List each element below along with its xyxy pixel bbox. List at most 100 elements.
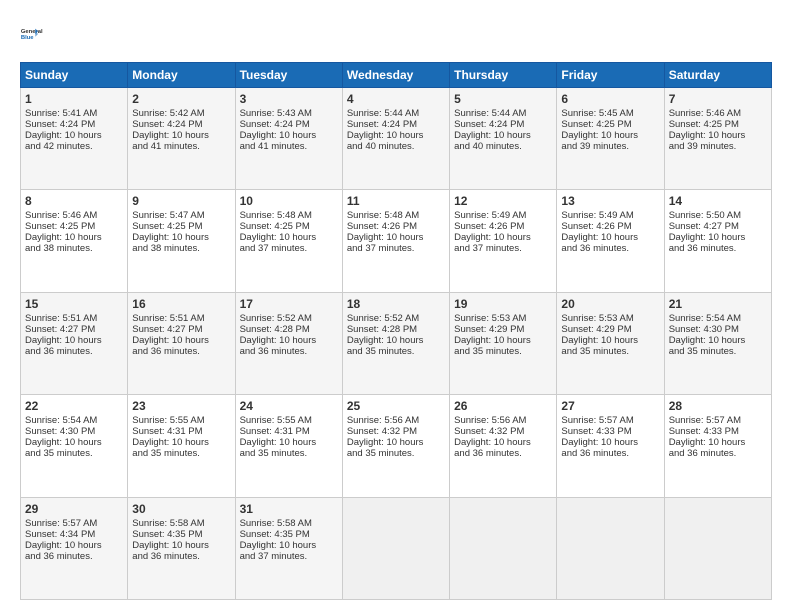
sunset-label: Sunset: 4:30 PM [669,324,739,335]
weekday-header-monday: Monday [128,63,235,88]
calendar-cell: 19Sunrise: 5:53 AMSunset: 4:29 PMDayligh… [450,292,557,394]
calendar-cell: 8Sunrise: 5:46 AMSunset: 4:25 PMDaylight… [21,190,128,292]
sunset-label: Sunset: 4:34 PM [25,529,95,540]
daylight-minutes: and 41 minutes. [132,141,200,152]
daylight-minutes: and 35 minutes. [454,346,522,357]
sunset-label: Sunset: 4:25 PM [132,221,202,232]
day-number: 14 [669,194,767,208]
daylight-label: Daylight: 10 hours [25,335,102,346]
daylight-label: Daylight: 10 hours [240,232,317,243]
calendar-cell: 17Sunrise: 5:52 AMSunset: 4:28 PMDayligh… [235,292,342,394]
daylight-label: Daylight: 10 hours [561,232,638,243]
daylight-minutes: and 35 minutes. [561,346,629,357]
daylight-minutes: and 35 minutes. [132,448,200,459]
day-number: 24 [240,399,338,413]
calendar-cell: 9Sunrise: 5:47 AMSunset: 4:25 PMDaylight… [128,190,235,292]
sunrise-label: Sunrise: 5:56 AM [454,415,526,426]
weekday-header-thursday: Thursday [450,63,557,88]
sunrise-label: Sunrise: 5:50 AM [669,210,741,221]
sunrise-label: Sunrise: 5:52 AM [347,313,419,324]
logo-icon: General Blue [20,16,56,52]
sunrise-label: Sunrise: 5:54 AM [25,415,97,426]
daylight-label: Daylight: 10 hours [561,335,638,346]
calendar-cell: 24Sunrise: 5:55 AMSunset: 4:31 PMDayligh… [235,395,342,497]
page: General Blue SundayMondayTuesdayWednesda… [0,0,792,612]
daylight-label: Daylight: 10 hours [132,130,209,141]
daylight-minutes: and 36 minutes. [561,448,629,459]
calendar-week-1: 1Sunrise: 5:41 AMSunset: 4:24 PMDaylight… [21,88,772,190]
sunrise-label: Sunrise: 5:46 AM [669,108,741,119]
header: General Blue [20,16,772,52]
daylight-label: Daylight: 10 hours [561,130,638,141]
sunrise-label: Sunrise: 5:51 AM [132,313,204,324]
sunset-label: Sunset: 4:25 PM [25,221,95,232]
calendar-cell: 20Sunrise: 5:53 AMSunset: 4:29 PMDayligh… [557,292,664,394]
calendar-cell: 4Sunrise: 5:44 AMSunset: 4:24 PMDaylight… [342,88,449,190]
day-number: 16 [132,297,230,311]
daylight-minutes: and 39 minutes. [561,141,629,152]
calendar-header-row: SundayMondayTuesdayWednesdayThursdayFrid… [21,63,772,88]
day-number: 12 [454,194,552,208]
calendar-week-5: 29Sunrise: 5:57 AMSunset: 4:34 PMDayligh… [21,497,772,599]
daylight-minutes: and 35 minutes. [347,448,415,459]
daylight-label: Daylight: 10 hours [25,232,102,243]
calendar-cell: 18Sunrise: 5:52 AMSunset: 4:28 PMDayligh… [342,292,449,394]
sunset-label: Sunset: 4:25 PM [240,221,310,232]
day-number: 15 [25,297,123,311]
daylight-minutes: and 37 minutes. [240,551,308,562]
sunrise-label: Sunrise: 5:55 AM [240,415,312,426]
daylight-minutes: and 38 minutes. [25,243,93,254]
sunrise-label: Sunrise: 5:54 AM [669,313,741,324]
day-number: 9 [132,194,230,208]
daylight-minutes: and 38 minutes. [132,243,200,254]
day-number: 19 [454,297,552,311]
daylight-label: Daylight: 10 hours [454,335,531,346]
sunrise-label: Sunrise: 5:58 AM [132,518,204,529]
sunset-label: Sunset: 4:31 PM [240,426,310,437]
calendar-cell: 12Sunrise: 5:49 AMSunset: 4:26 PMDayligh… [450,190,557,292]
weekday-header-tuesday: Tuesday [235,63,342,88]
daylight-label: Daylight: 10 hours [240,335,317,346]
day-number: 27 [561,399,659,413]
calendar-cell: 6Sunrise: 5:45 AMSunset: 4:25 PMDaylight… [557,88,664,190]
sunset-label: Sunset: 4:24 PM [132,119,202,130]
day-number: 2 [132,92,230,106]
calendar-cell: 30Sunrise: 5:58 AMSunset: 4:35 PMDayligh… [128,497,235,599]
daylight-label: Daylight: 10 hours [669,130,746,141]
sunrise-label: Sunrise: 5:48 AM [240,210,312,221]
daylight-label: Daylight: 10 hours [561,437,638,448]
sunset-label: Sunset: 4:25 PM [669,119,739,130]
calendar-cell: 14Sunrise: 5:50 AMSunset: 4:27 PMDayligh… [664,190,771,292]
daylight-minutes: and 36 minutes. [240,346,308,357]
calendar-cell: 7Sunrise: 5:46 AMSunset: 4:25 PMDaylight… [664,88,771,190]
daylight-label: Daylight: 10 hours [240,540,317,551]
sunrise-label: Sunrise: 5:55 AM [132,415,204,426]
sunset-label: Sunset: 4:30 PM [25,426,95,437]
day-number: 18 [347,297,445,311]
sunrise-label: Sunrise: 5:49 AM [561,210,633,221]
day-number: 21 [669,297,767,311]
sunrise-label: Sunrise: 5:45 AM [561,108,633,119]
daylight-label: Daylight: 10 hours [454,232,531,243]
sunrise-label: Sunrise: 5:44 AM [347,108,419,119]
day-number: 20 [561,297,659,311]
calendar-cell: 29Sunrise: 5:57 AMSunset: 4:34 PMDayligh… [21,497,128,599]
sunset-label: Sunset: 4:25 PM [561,119,631,130]
day-number: 11 [347,194,445,208]
day-number: 26 [454,399,552,413]
daylight-minutes: and 36 minutes. [561,243,629,254]
sunset-label: Sunset: 4:29 PM [454,324,524,335]
logo: General Blue [20,16,56,52]
weekday-header-friday: Friday [557,63,664,88]
calendar-week-3: 15Sunrise: 5:51 AMSunset: 4:27 PMDayligh… [21,292,772,394]
sunrise-label: Sunrise: 5:47 AM [132,210,204,221]
sunset-label: Sunset: 4:27 PM [25,324,95,335]
calendar-cell [664,497,771,599]
calendar-week-4: 22Sunrise: 5:54 AMSunset: 4:30 PMDayligh… [21,395,772,497]
sunset-label: Sunset: 4:27 PM [132,324,202,335]
sunrise-label: Sunrise: 5:51 AM [25,313,97,324]
calendar-cell: 15 Sunrise: 5:51 AMSunset: 4:27 PMDayligh… [21,292,128,394]
day-number: 31 [240,502,338,516]
daylight-minutes: and 36 minutes. [25,346,93,357]
calendar-cell: 5Sunrise: 5:44 AMSunset: 4:24 PMDaylight… [450,88,557,190]
